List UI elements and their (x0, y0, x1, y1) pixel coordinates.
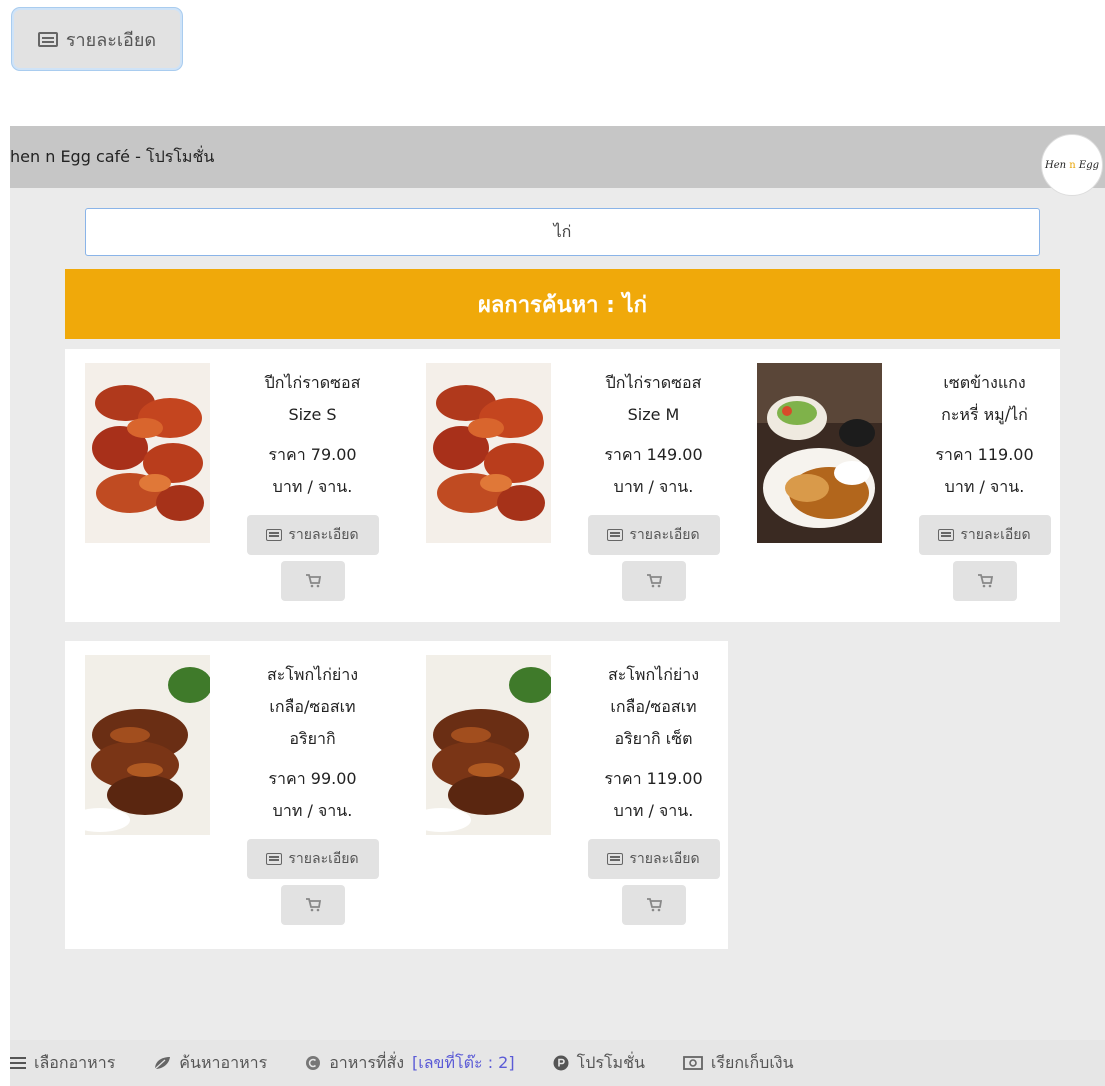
product-info: ปีกไก่ราดซอส Size M ราคา 149.00 บาท / จา… (581, 367, 726, 601)
detail-button[interactable]: รายละเอียด (918, 515, 1051, 555)
product-row: ปีกไก่ราดซอส Size S ราคา 79.00 บาท / จาน… (65, 349, 1060, 622)
product-name: สะโพกไก่ย่าง เกลือ/ซอสเท อริยากิ (266, 665, 359, 748)
product-name: ปีกไก่ราดซอส Size M (605, 373, 702, 424)
product-card: เซตข้างแกง กะหรี่ หมู/ไก่ ราคา 119.00 บา… (737, 349, 1068, 622)
detail-float-button[interactable]: รายละเอียด (12, 8, 182, 70)
product-card: สะโพกไก่ย่าง เกลือ/ซอสเท อริยากิ เซ็ต รา… (406, 641, 737, 949)
leaf-icon (154, 1057, 171, 1070)
product-row: สะโพกไก่ย่าง เกลือ/ซอสเท อริยากิ ราคา 99… (65, 641, 728, 949)
search-value: ไก่ (553, 221, 572, 241)
product-card: ปีกไก่ราดซอส Size S ราคา 79.00 บาท / จาน… (65, 349, 396, 622)
curry-set-image (757, 363, 882, 543)
result-banner-text: ผลการค้นหา : ไก่ (478, 292, 647, 318)
product-card: ปีกไก่ราดซอส Size M ราคา 149.00 บาท / จา… (406, 349, 737, 622)
copyright-icon (306, 1056, 321, 1070)
chicken-wings-image (85, 363, 210, 543)
grilled-chicken-image (85, 655, 210, 835)
table-number: [เลขที่โต๊ะ : 2] (412, 1052, 515, 1072)
add-to-cart-button[interactable] (621, 885, 686, 925)
product-name: สะโพกไก่ย่าง เกลือ/ซอสเท อริยากิ เซ็ต (607, 665, 700, 748)
list-icon (938, 529, 955, 541)
product-info: สะโพกไก่ย่าง เกลือ/ซอสเท อริยากิ เซ็ต รา… (581, 659, 726, 925)
nav-search-food[interactable]: ค้นหาอาหาร (153, 1051, 267, 1076)
cart-icon (646, 898, 662, 912)
detail-button[interactable]: รายละเอียด (246, 839, 379, 879)
promotion-panel: hen n Egg café - โปรโมชั่น Hen n Egg ไก่… (10, 126, 1105, 1086)
product-info: เซตข้างแกง กะหรี่ หมู/ไก่ ราคา 119.00 บา… (912, 367, 1057, 601)
nav-promotion[interactable]: โปรโมชั่น (553, 1051, 645, 1076)
add-to-cart-button[interactable] (952, 561, 1017, 601)
product-price: ราคา 79.00 บาท / จาน. (268, 445, 357, 496)
promotion-icon (553, 1055, 569, 1071)
product-price: ราคา 149.00 บาท / จาน. (604, 445, 703, 496)
product-card: สะโพกไก่ย่าง เกลือ/ซอสเท อริยากิ ราคา 99… (65, 641, 396, 949)
detail-button[interactable]: รายละเอียด (246, 515, 379, 555)
money-icon (682, 1056, 703, 1070)
list-icon (607, 529, 624, 541)
detail-button[interactable]: รายละเอียด (587, 839, 720, 879)
brand-logo: Hen n Egg (1041, 134, 1103, 196)
cart-icon (646, 574, 662, 588)
detail-float-label: รายละเอียด (65, 29, 157, 51)
nav-ordered-food[interactable]: อาหารที่สั่ง [เลขที่โต๊ะ : 2] (305, 1051, 515, 1076)
product-info: สะโพกไก่ย่าง เกลือ/ซอสเท อริยากิ ราคา 99… (240, 659, 385, 925)
add-to-cart-button[interactable] (280, 561, 345, 601)
list-icon (266, 529, 283, 541)
cart-icon (305, 898, 321, 912)
result-banner: ผลการค้นหา : ไก่ (65, 269, 1060, 339)
chicken-wings-image (426, 363, 551, 543)
grilled-chicken-image (426, 655, 551, 835)
nav-call-bill[interactable]: เรียกเก็บเงิน (682, 1051, 794, 1076)
list-icon (607, 853, 624, 865)
product-price: ราคา 119.00 บาท / จาน. (604, 769, 703, 820)
add-to-cart-button[interactable] (280, 885, 345, 925)
add-to-cart-button[interactable] (621, 561, 686, 601)
product-info: ปีกไก่ราดซอส Size S ราคา 79.00 บาท / จาน… (240, 367, 385, 601)
menu-icon (10, 1057, 26, 1069)
list-icon (266, 853, 283, 865)
list-icon (37, 31, 58, 47)
detail-button[interactable]: รายละเอียด (587, 515, 720, 555)
product-price: ราคา 119.00 บาท / จาน. (935, 445, 1034, 496)
panel-header: hen n Egg café - โปรโมชั่น Hen n Egg (10, 126, 1105, 196)
product-name: ปีกไก่ราดซอส Size S (264, 373, 361, 424)
cart-icon (977, 574, 993, 588)
nav-choose-food[interactable]: เลือกอาหาร (10, 1051, 115, 1076)
cart-icon (305, 574, 321, 588)
product-name: เซตข้างแกง กะหรี่ หมู/ไก่ (941, 373, 1028, 424)
page-title: hen n Egg café - โปรโมชั่น (10, 146, 215, 166)
bottom-nav: เลือกอาหาร ค้นหาอาหาร อาหารที่สั่ง [เลขท… (10, 1040, 1105, 1086)
product-price: ราคา 99.00 บาท / จาน. (268, 769, 357, 820)
search-input[interactable]: ไก่ (85, 208, 1040, 256)
